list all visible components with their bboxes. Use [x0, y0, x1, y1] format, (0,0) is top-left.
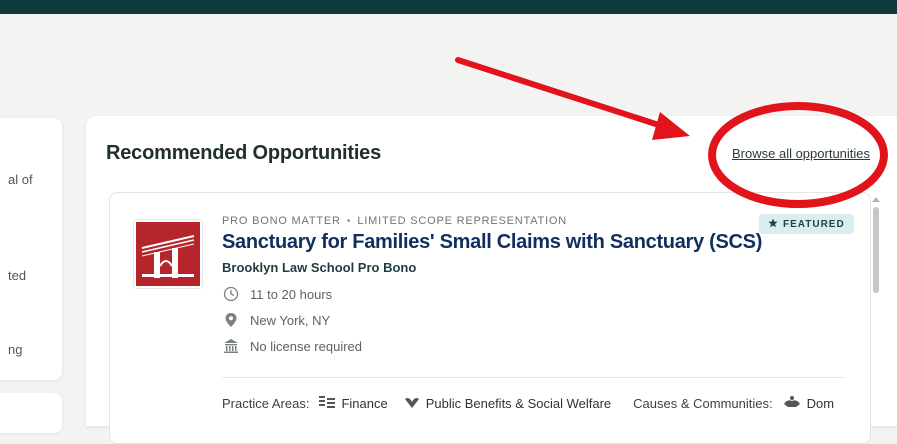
scroll-up-arrow-icon[interactable]	[872, 197, 880, 202]
browse-all-opportunities-link[interactable]: Browse all opportunities	[732, 146, 870, 161]
cause-label: Dom	[806, 396, 835, 411]
matter-type: PRO BONO MATTER	[222, 215, 341, 227]
location-row: New York, NY	[222, 311, 330, 329]
license-row: No license required	[222, 337, 362, 355]
featured-badge: FEATURED	[759, 214, 854, 234]
cause-item: Dom	[783, 395, 834, 412]
hours-text: 11 to 20 hours	[250, 286, 333, 302]
left-card-text: ted	[8, 268, 27, 283]
practice-area-label: Public Benefits & Social Welfare	[425, 396, 612, 411]
left-sidebar-card: al of ted ng	[0, 118, 62, 380]
divider	[222, 377, 846, 378]
section-title: Recommended Opportunities	[106, 142, 382, 164]
star-icon	[768, 218, 778, 231]
opportunity-title[interactable]: Sanctuary for Families' Small Claims wit…	[222, 231, 762, 254]
opportunity-type: PRO BONO MATTER • LIMITED SCOPE REPRESENTA…	[222, 215, 568, 227]
matter-subtype: LIMITED SCOPE REPRESENTATION	[357, 215, 568, 227]
left-card-text: ng	[8, 342, 23, 357]
practice-areas-label: Practice Areas:	[222, 396, 310, 411]
finance-icon	[319, 395, 336, 412]
opportunity-card[interactable]: PRO BONO MATTER • LIMITED SCOPE REPRESENTA…	[109, 192, 880, 444]
practice-area-public-benefits: Public Benefits & Social Welfare	[404, 395, 611, 412]
practice-area-finance: Finance	[319, 395, 388, 412]
organization-logo	[133, 219, 203, 289]
license-text: No license required	[250, 338, 363, 354]
left-sidebar-card-2	[0, 393, 62, 433]
location-text: New York, NY	[250, 312, 331, 328]
hands-icon	[783, 395, 801, 412]
left-card-text: al of	[8, 172, 33, 187]
hours-row: 11 to 20 hours	[222, 285, 332, 303]
recommended-opportunities-panel: Recommended Opportunities Browse all opp…	[86, 116, 897, 444]
clock-icon	[222, 285, 240, 303]
practice-areas-row: Practice Areas: Finance Public Benefits …	[222, 395, 850, 412]
organization-name[interactable]: Brooklyn Law School Pro Bono	[222, 260, 416, 275]
practice-area-label: Finance	[341, 396, 388, 411]
scrollbar[interactable]	[872, 197, 880, 437]
featured-label: FEATURED	[783, 218, 845, 230]
scrollbar-thumb[interactable]	[873, 207, 879, 293]
hands-leaf-icon	[404, 395, 420, 412]
courthouse-icon	[222, 337, 240, 355]
top-nav-bar	[0, 0, 897, 14]
map-pin-icon	[222, 311, 240, 329]
causes-label: Causes & Communities:	[633, 396, 773, 411]
